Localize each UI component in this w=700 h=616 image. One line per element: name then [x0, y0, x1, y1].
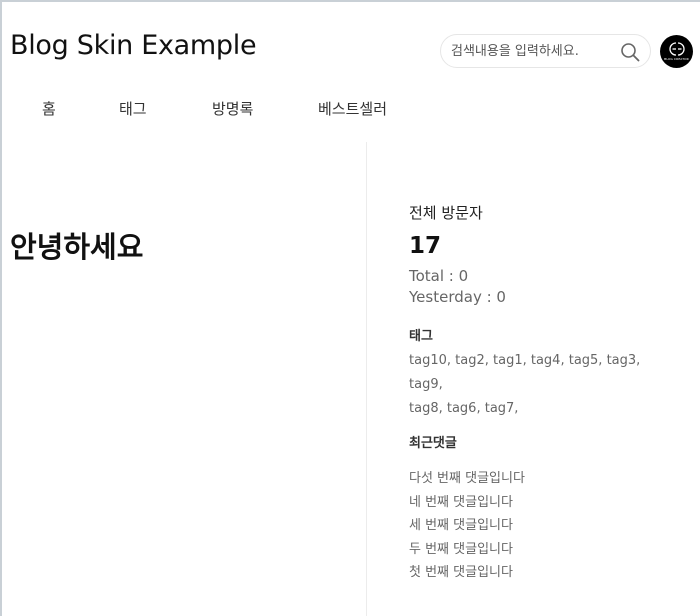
visitor-yesterday: Yesterday : 0: [409, 288, 506, 306]
content-divider: [366, 142, 367, 616]
browser-frame: [0, 0, 700, 616]
comment-item[interactable]: 첫 번째 댓글입니다: [409, 561, 525, 585]
tag-link[interactable]: tag6,: [447, 401, 481, 416]
search-box[interactable]: [440, 34, 651, 68]
tag-list: tag10, tag2, tag1, tag4, tag5, tag3, tag…: [409, 349, 669, 421]
tag-link[interactable]: tag1,: [493, 353, 527, 368]
tag-link[interactable]: tag9,: [409, 377, 443, 392]
comment-item[interactable]: 다섯 번째 댓글입니다: [409, 467, 525, 491]
nav-item-tag[interactable]: 태그: [119, 98, 147, 119]
avatar-text: BLOG CREATOR: [664, 57, 689, 61]
recent-comments-list: 다섯 번째 댓글입니다 네 번째 댓글입니다 세 번째 댓글입니다 두 번째 댓…: [409, 467, 525, 585]
visitor-widget: 전체 방문자: [409, 202, 483, 223]
blog-creator-logo-icon: [668, 42, 685, 56]
tag-link[interactable]: tag5,: [569, 353, 603, 368]
visitor-count: 17: [409, 233, 442, 259]
tag-link[interactable]: tag2,: [455, 353, 489, 368]
tag-link[interactable]: tag10,: [409, 353, 451, 368]
recent-comments-title: 최근댓글: [409, 436, 457, 451]
tag-link[interactable]: tag3,: [607, 353, 641, 368]
tag-link[interactable]: tag4,: [531, 353, 565, 368]
visitor-title: 전체 방문자: [409, 204, 483, 222]
search-button[interactable]: [618, 40, 642, 64]
search-icon: [621, 43, 640, 62]
main-headline: 안녕하세요: [10, 230, 144, 264]
main-nav: 홈 태그 방명록 베스트셀러: [0, 98, 700, 126]
comment-item[interactable]: 세 번째 댓글입니다: [409, 514, 525, 538]
tag-link[interactable]: tag7,: [485, 401, 519, 416]
visitor-stats: Total : 0 Yesterday : 0: [409, 266, 506, 308]
tags-title: 태그: [409, 329, 433, 344]
visitor-total: Total : 0: [409, 267, 469, 285]
nav-item-home[interactable]: 홈: [42, 98, 56, 119]
comment-item[interactable]: 두 번째 댓글입니다: [409, 538, 525, 562]
search-input[interactable]: [451, 35, 611, 67]
comment-item[interactable]: 네 번째 댓글입니다: [409, 491, 525, 515]
nav-item-bestseller[interactable]: 베스트셀러: [318, 98, 387, 119]
site-title[interactable]: Blog Skin Example: [10, 30, 257, 61]
avatar[interactable]: BLOG CREATOR: [660, 35, 693, 68]
tag-link[interactable]: tag8,: [409, 401, 443, 416]
nav-item-guestbook[interactable]: 방명록: [212, 98, 253, 119]
